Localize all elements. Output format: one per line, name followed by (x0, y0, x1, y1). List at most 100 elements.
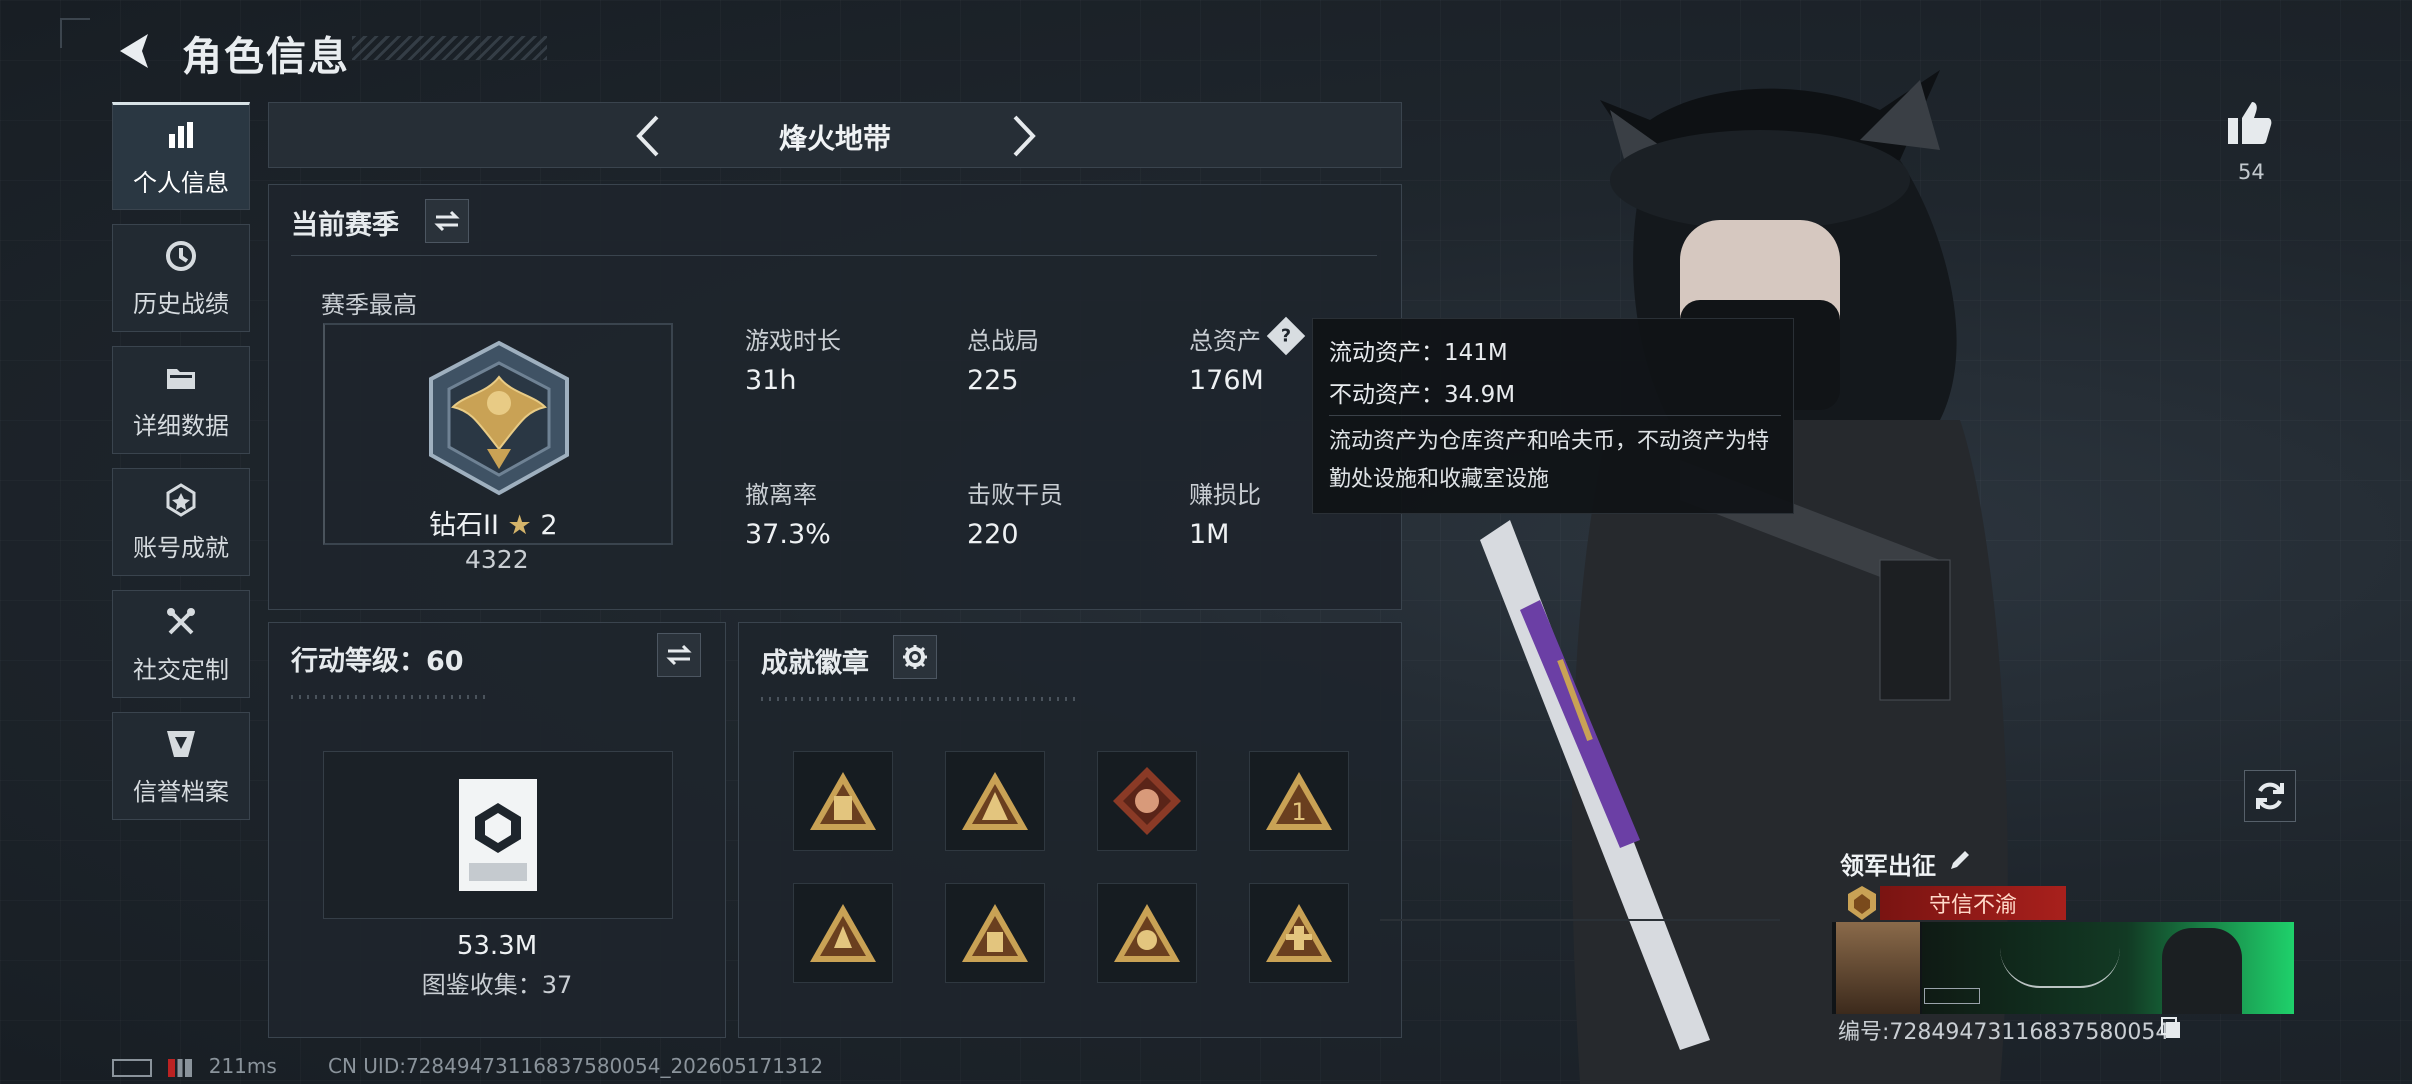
mode-selector: 烽火地带 (268, 102, 1402, 168)
action-switch-button[interactable] (657, 633, 701, 677)
stat-label: 总战局 (967, 327, 1039, 355)
achievements-settings-button[interactable] (893, 635, 937, 679)
back-arrow-icon (120, 34, 148, 68)
collection-count: 图鉴收集：37 (421, 971, 573, 999)
tools-icon (163, 604, 199, 640)
like-count: 54 (2238, 160, 2265, 184)
svg-text:1: 1 (1291, 798, 1306, 826)
stat-value: 225 (967, 365, 1019, 396)
rank-score: 4322 (465, 545, 529, 574)
back-button[interactable] (112, 28, 158, 74)
sidebar-item-social[interactable]: 社交定制 (112, 590, 250, 698)
rank-stars: 2 (540, 510, 558, 541)
ping-value: 211ms (208, 1054, 277, 1078)
star-icon: ★ (507, 510, 532, 541)
credit-icon (163, 726, 199, 762)
swap-icon (666, 644, 692, 666)
signature (2000, 942, 2120, 988)
sidebar-item-label: 历史战绩 (133, 289, 229, 318)
rank-name-row: 钻石II ★ 2 (429, 503, 558, 542)
action-level-title: 行动等级：60 (291, 646, 464, 677)
page-title: 角色信息 (182, 34, 350, 80)
achievement-badge[interactable] (1097, 883, 1197, 983)
stat-label: 撤离率 (745, 481, 817, 509)
corner-mark (60, 18, 90, 48)
achievement-badge[interactable] (1097, 751, 1197, 851)
swap-icon (434, 210, 460, 232)
season-panel: 当前赛季 赛季最高 钻石II ★ 2 4322 游戏时长 31h 总战局 225… (268, 184, 1402, 610)
refresh-button[interactable] (2244, 770, 2296, 822)
collection-value: 53.3M (456, 931, 538, 961)
leader-emblem-icon (1846, 884, 1878, 922)
rank-emblem (417, 337, 581, 501)
next-mode-button[interactable] (1003, 113, 1043, 159)
achievements-title: 成就徽章 (761, 648, 869, 679)
divider (291, 255, 1377, 256)
stat-value: 37.3% (745, 519, 831, 550)
folder-icon (163, 360, 199, 396)
bar-chart-icon (163, 117, 199, 153)
sidebar-item-label: 社交定制 (133, 655, 229, 684)
achievements-panel: 成就徽章 1 (738, 622, 1402, 1038)
sidebar-item-history[interactable]: 历史战绩 (112, 224, 250, 332)
banner-portrait (2162, 928, 2242, 1014)
stat-value: 1M (1189, 519, 1230, 550)
title-decoration (352, 36, 547, 60)
status-bar: 211ms (112, 1054, 277, 1078)
leader-id: 编号:72849473116837580054 (1838, 1020, 2170, 1045)
divider (291, 695, 491, 699)
achievement-badge[interactable] (945, 883, 1045, 983)
tooltip-description: 流动资产为仓库资产和哈夫币，不动资产为特勤处设施和收藏室设施 (1329, 429, 1770, 492)
rank-name: 钻石II (429, 510, 499, 541)
thumbs-up-icon (2228, 102, 2272, 144)
divider (761, 697, 1081, 701)
stat-label: 总资产 (1189, 327, 1261, 355)
leader-title: 领军出征 (1840, 852, 1936, 880)
season-best-label: 赛季最高 (321, 291, 417, 319)
mode-name: 烽火地带 (778, 122, 891, 155)
leader-tag: 守信不渝 (1880, 886, 2066, 920)
stat-value: 176M (1189, 365, 1264, 396)
sidebar-item-label: 账号成就 (133, 533, 229, 562)
sidebar-item-personal-info[interactable]: 个人信息 (112, 102, 250, 210)
divider (1329, 415, 1781, 416)
sidebar-item-achievements[interactable]: 账号成就 (112, 468, 250, 576)
edit-icon[interactable] (1948, 848, 1972, 872)
sidebar-item-label: 信誉档案 (133, 777, 229, 806)
sidebar-item-detail-data[interactable]: 详细数据 (112, 346, 250, 454)
uid-text: CN UID:72849473116837580054_202605171312 (328, 1054, 824, 1078)
like-button[interactable] (2224, 98, 2274, 148)
signal-icon (168, 1058, 193, 1077)
stat-label: 游戏时长 (745, 327, 841, 355)
season-title: 当前赛季 (291, 210, 399, 241)
tooltip-liquid-assets: 流动资产：141M (1329, 340, 1508, 366)
achievement-badge[interactable] (1249, 883, 1349, 983)
achievement-badge[interactable] (793, 751, 893, 851)
chevron-right-icon (1013, 115, 1036, 157)
operator-avatar (1836, 922, 1920, 1014)
history-icon (163, 238, 199, 274)
leader-card[interactable] (1832, 922, 2294, 1014)
achievement-icon (163, 482, 199, 518)
stat-label: 击败干员 (967, 481, 1063, 509)
stat-value: 31h (745, 365, 797, 396)
collection-icon (455, 777, 541, 895)
sidebar-item-credit[interactable]: 信誉档案 (112, 712, 250, 820)
stat-label: 赚损比 (1189, 481, 1261, 509)
achievement-badge[interactable]: 1 (1249, 751, 1349, 851)
tooltip-fixed-assets: 不动资产：34.9M (1329, 382, 1516, 408)
gear-icon (903, 645, 927, 669)
battery-icon (112, 1058, 152, 1077)
refresh-icon (2256, 782, 2284, 810)
copy-icon[interactable] (2160, 1016, 2182, 1040)
asset-tooltip: 流动资产：141M 不动资产：34.9M 流动资产为仓库资产和哈夫币，不动资产为… (1312, 318, 1794, 514)
sidebar-item-label: 详细数据 (133, 411, 229, 440)
season-switch-button[interactable] (425, 199, 469, 243)
achievement-badge[interactable] (793, 883, 893, 983)
sidebar-item-label: 个人信息 (133, 168, 229, 197)
banner-label (1924, 988, 1980, 1004)
action-level-panel: 行动等级：60 53.3M 图鉴收集：37 (268, 622, 726, 1038)
achievement-badge[interactable] (945, 751, 1045, 851)
help-icon[interactable]: ? (1266, 316, 1306, 356)
stat-value: 220 (967, 519, 1019, 550)
